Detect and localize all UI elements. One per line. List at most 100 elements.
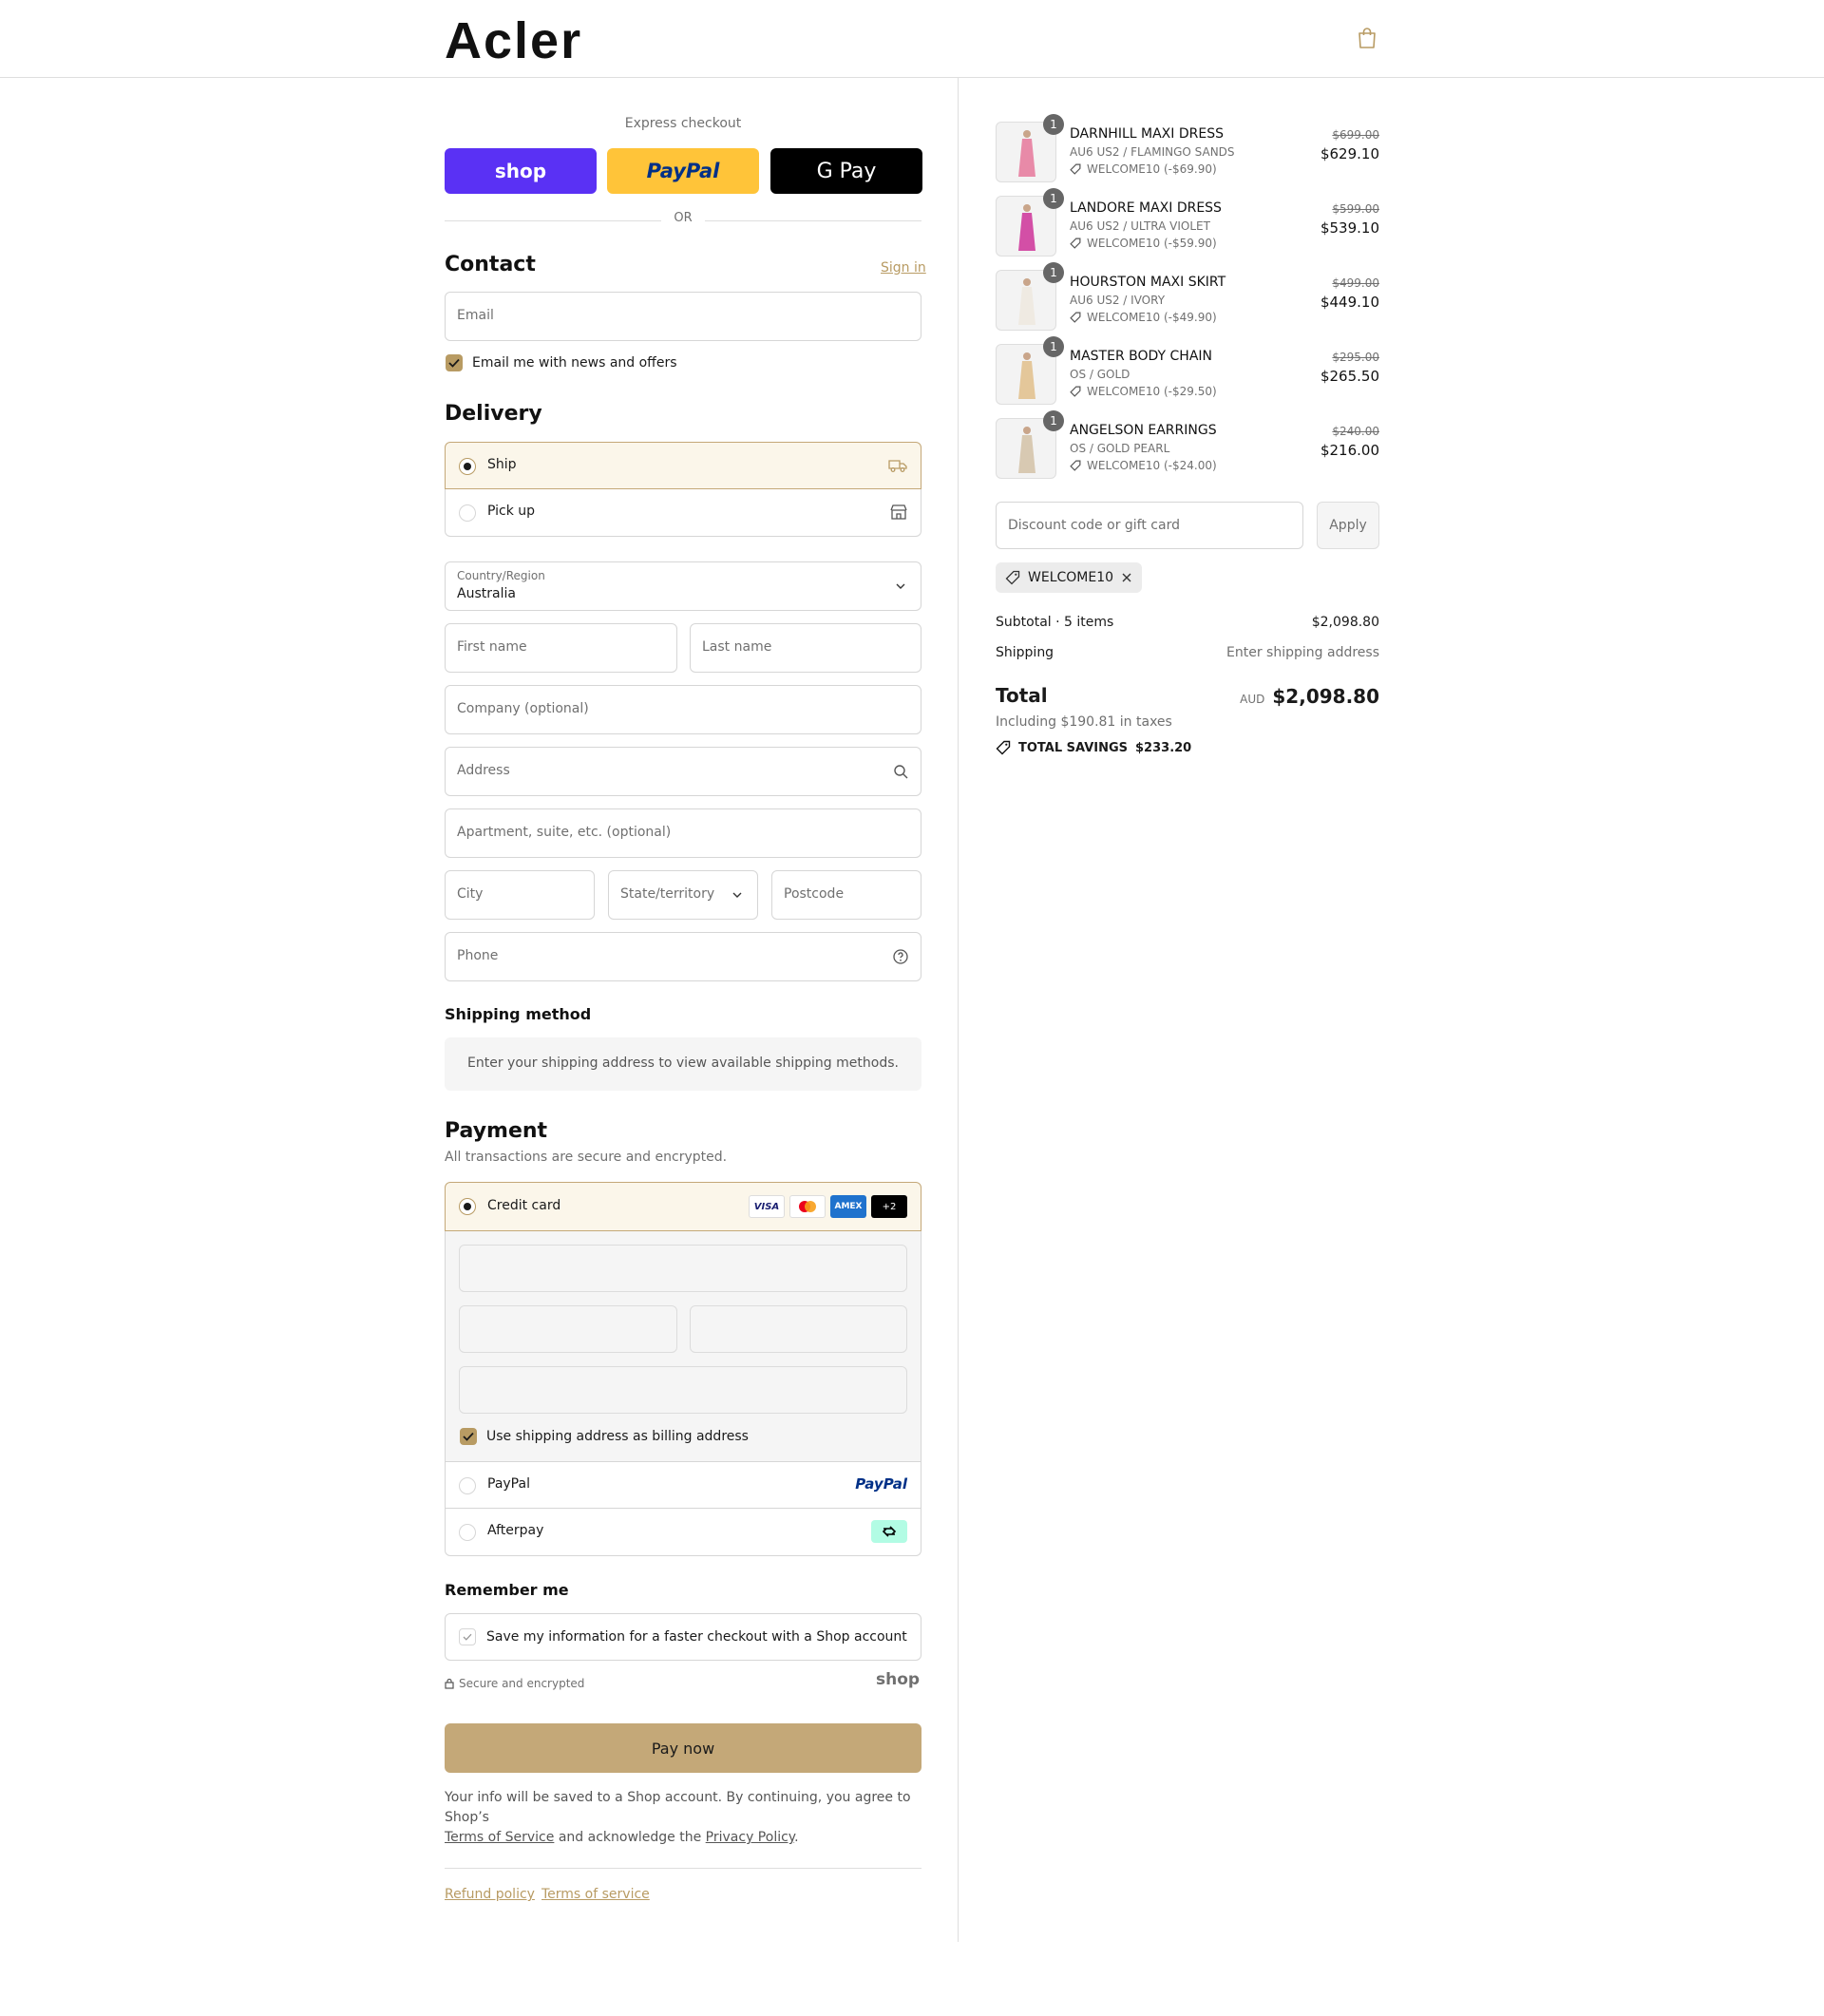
tag-icon <box>1070 238 1081 249</box>
billing-address-checkbox[interactable] <box>460 1428 477 1445</box>
country-value: Australia <box>457 586 516 601</box>
address-field[interactable]: Address <box>445 747 922 796</box>
terms-of-service-link[interactable]: Terms of Service <box>445 1830 554 1845</box>
check-icon <box>463 1633 472 1641</box>
truck-icon <box>888 460 907 472</box>
footer-divider <box>445 1868 922 1869</box>
afterpay-radio[interactable] <box>459 1524 476 1541</box>
quantity-badge: 1 <box>1043 114 1064 135</box>
discount-code-placeholder: Discount code or gift card <box>1008 518 1180 533</box>
afterpay-label: Afterpay <box>487 1523 544 1538</box>
product-original-price: $240.00 <box>1332 425 1379 438</box>
mastercard-icon <box>789 1195 826 1218</box>
remember-me-heading: Remember me <box>445 1581 569 1599</box>
close-icon[interactable] <box>1121 572 1132 583</box>
product-name: DARNHILL MAXI DRESS <box>1070 126 1224 142</box>
product-name: ANGELSON EARRINGS <box>1070 423 1217 438</box>
last-name-field[interactable]: Last name <box>690 623 922 673</box>
newsletter-checkbox[interactable] <box>446 354 463 371</box>
savings-label: TOTAL SAVINGS <box>1018 740 1129 755</box>
ship-option[interactable]: Ship <box>445 442 922 489</box>
billing-address-label: Use shipping address as billing address <box>486 1429 749 1444</box>
refund-policy-link[interactable]: Refund policy <box>445 1887 535 1902</box>
or-separator: OR <box>445 211 922 230</box>
header: Acler <box>0 0 1824 78</box>
shopping-bag-icon[interactable] <box>1357 27 1378 49</box>
company-placeholder: Company (optional) <box>457 701 589 716</box>
apartment-placeholder: Apartment, suite, etc. (optional) <box>457 825 672 840</box>
first-name-field[interactable]: First name <box>445 623 677 673</box>
privacy-policy-link[interactable]: Privacy Policy <box>706 1830 794 1845</box>
help-icon[interactable] <box>892 948 909 965</box>
card-expiry-field[interactable] <box>459 1305 677 1353</box>
apply-label: Apply <box>1329 518 1367 533</box>
first-name-placeholder: First name <box>457 639 527 655</box>
card-cvv-field[interactable] <box>690 1305 907 1353</box>
subtotal-value: $2,098.80 <box>1311 615 1379 630</box>
pay-now-label: Pay now <box>651 1739 715 1758</box>
country-select[interactable]: Country/Region Australia <box>445 561 922 611</box>
apply-button[interactable]: Apply <box>1317 502 1379 549</box>
paypal-radio[interactable] <box>459 1477 476 1494</box>
credit-card-radio[interactable] <box>459 1198 476 1215</box>
paypal-label: PayPal <box>487 1476 530 1492</box>
total-savings: TOTAL SAVINGS $233.20 <box>996 740 1191 755</box>
product-variant: OS / GOLD <box>1070 368 1130 381</box>
product-discount-label: WELCOME10 (-$24.00) <box>1087 459 1217 472</box>
applied-discount-pill: WELCOME10 <box>996 562 1143 593</box>
product-discount: WELCOME10 (-$59.90) <box>1070 237 1217 250</box>
product-discount: WELCOME10 (-$49.90) <box>1070 311 1217 324</box>
brand-logo[interactable]: Acler <box>445 11 582 70</box>
postcode-field[interactable]: Postcode <box>771 870 922 920</box>
state-select[interactable]: State/territory <box>608 870 758 920</box>
email-field[interactable]: Email <box>445 292 922 341</box>
paypal-option[interactable]: PayPal PayPal <box>445 1461 922 1509</box>
terms-of-service-footer-link[interactable]: Terms of service <box>542 1887 650 1902</box>
remember-me-checkbox[interactable] <box>459 1628 476 1645</box>
subtotal-label: Subtotal · 5 items <box>996 615 1114 630</box>
pay-now-button[interactable]: Pay now <box>445 1723 922 1773</box>
tag-icon <box>996 740 1011 755</box>
product-name: LANDORE MAXI DRESS <box>1070 200 1222 216</box>
taxes-note: Including $190.81 in taxes <box>996 714 1172 730</box>
company-field[interactable]: Company (optional) <box>445 685 922 734</box>
phone-field[interactable]: Phone <box>445 932 922 981</box>
product-name: HOURSTON MAXI SKIRT <box>1070 275 1226 290</box>
product-discount-label: WELCOME10 (-$49.90) <box>1087 311 1217 324</box>
lock-icon <box>445 1678 454 1689</box>
tag-icon <box>1070 312 1081 323</box>
sign-in-link[interactable]: Sign in <box>881 260 926 276</box>
google-pay-button[interactable]: G Pay <box>770 148 922 194</box>
discount-code-field[interactable]: Discount code or gift card <box>996 502 1303 549</box>
pickup-option[interactable]: Pick up <box>445 489 922 537</box>
tag-icon <box>1070 386 1081 397</box>
quantity-badge: 1 <box>1043 188 1064 209</box>
city-placeholder: City <box>457 886 484 902</box>
quantity-badge: 1 <box>1043 336 1064 357</box>
apartment-field[interactable]: Apartment, suite, etc. (optional) <box>445 808 922 858</box>
payment-subtitle: All transactions are secure and encrypte… <box>445 1150 728 1165</box>
product-price: $216.00 <box>1320 442 1379 459</box>
product-name: MASTER BODY CHAIN <box>1070 349 1212 364</box>
payment-heading: Payment <box>445 1119 548 1143</box>
afterpay-option[interactable]: Afterpay <box>445 1509 922 1556</box>
more-cards-badge: +2 <box>871 1195 907 1218</box>
legal-text: Your info will be saved to a Shop accoun… <box>445 1788 922 1848</box>
total-value: $2,098.80 <box>1272 685 1379 708</box>
product-original-price: $599.00 <box>1332 202 1379 216</box>
total-label: Total <box>996 684 1048 707</box>
ship-radio[interactable] <box>459 458 476 475</box>
shop-pay-button[interactable]: shop <box>445 148 597 194</box>
address-placeholder: Address <box>457 763 510 778</box>
shipping-method-heading: Shipping method <box>445 1005 592 1023</box>
product-original-price: $699.00 <box>1332 128 1379 142</box>
pickup-radio[interactable] <box>459 504 476 522</box>
postcode-placeholder: Postcode <box>784 886 845 902</box>
product-price: $539.10 <box>1320 219 1379 237</box>
card-name-field[interactable] <box>459 1366 907 1414</box>
product-price: $265.50 <box>1320 368 1379 385</box>
card-number-field[interactable] <box>459 1245 907 1292</box>
city-field[interactable]: City <box>445 870 595 920</box>
amex-label: AMEX <box>834 1202 863 1211</box>
paypal-express-button[interactable]: PayPal <box>607 148 759 194</box>
